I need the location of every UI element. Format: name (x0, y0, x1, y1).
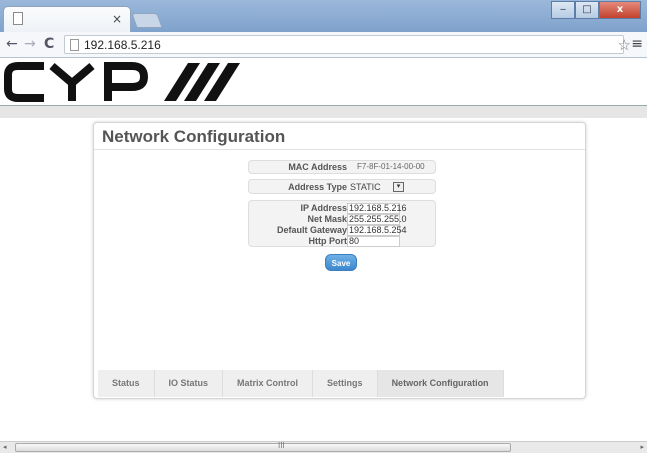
address-bar[interactable]: 192.168.5.216 (64, 35, 624, 54)
gateway-label: Default Gateway (276, 225, 347, 235)
divider (94, 149, 585, 150)
new-tab-button[interactable] (131, 13, 163, 28)
ip-address-label: IP Address (300, 203, 347, 213)
tab-status[interactable]: Status (98, 370, 155, 397)
address-type-row: Address Type STATIC ▾ (248, 179, 436, 194)
menu-icon[interactable]: ≡ (631, 36, 643, 52)
mac-label: MAC Address (288, 162, 347, 172)
browser-titlebar: × ‒ □ x (0, 0, 647, 32)
tab-settings[interactable]: Settings (313, 370, 378, 397)
bookmark-star-icon[interactable]: ☆ (618, 36, 631, 54)
reload-icon[interactable]: C (44, 36, 54, 52)
address-type-label: Address Type (288, 182, 347, 192)
http-port-label: Http Port (308, 236, 348, 246)
forward-icon[interactable]: → (24, 36, 36, 52)
ip-address-input[interactable]: 192.168.5.216 (347, 203, 407, 214)
scroll-left-icon[interactable]: ◂ (3, 443, 7, 451)
site-header (0, 58, 647, 106)
mac-row: MAC Address F7-8F-01-14-00-00 (248, 160, 436, 174)
page-icon (70, 39, 79, 51)
tab-io-status[interactable]: IO Status (154, 370, 224, 397)
window-controls: ‒ □ x (551, 1, 641, 19)
tab-matrix-control[interactable]: Matrix Control (223, 370, 314, 397)
nav-tabs: Status IO Status Matrix Control Settings… (98, 370, 504, 397)
tab-network-configuration[interactable]: Network Configuration (377, 370, 504, 397)
http-port-input[interactable]: 80 (347, 236, 400, 247)
minimize-button[interactable]: ‒ (551, 1, 575, 19)
back-icon[interactable]: ← (6, 36, 18, 52)
dropdown-arrow-icon[interactable]: ▾ (393, 182, 404, 192)
browser-toolbar: ← → C 192.168.5.216 (0, 32, 647, 58)
header-band (0, 106, 647, 118)
scrollbar-thumb[interactable]: III (15, 441, 511, 452)
page-title: Network Configuration (102, 127, 286, 146)
save-button[interactable]: Save (325, 254, 357, 271)
maximize-button[interactable]: □ (575, 1, 599, 19)
browser-tab[interactable]: × (3, 6, 131, 32)
mac-value: F7-8F-01-14-00-00 (357, 162, 425, 171)
scroll-right-icon[interactable]: ▸ (640, 443, 644, 451)
network-config-panel: Network Configuration MAC Address F7-8F-… (93, 122, 586, 399)
tab-close-icon[interactable]: × (112, 12, 122, 26)
gateway-input[interactable]: 192.168.5.254 (347, 225, 407, 236)
page-icon (13, 12, 23, 25)
url-text[interactable]: 192.168.5.216 (84, 38, 161, 52)
cyp-logo (4, 62, 240, 102)
address-type-select[interactable]: STATIC (350, 182, 381, 192)
close-window-button[interactable]: x (599, 1, 641, 19)
grip-icon: III (278, 441, 285, 450)
horizontal-scrollbar[interactable]: ◂ III ▸ (0, 441, 647, 453)
ip-settings-group: IP Address 192.168.5.216 Net Mask 255.25… (248, 200, 436, 247)
net-mask-label: Net Mask (307, 214, 347, 224)
net-mask-input[interactable]: 255.255.255.0 (347, 214, 407, 225)
